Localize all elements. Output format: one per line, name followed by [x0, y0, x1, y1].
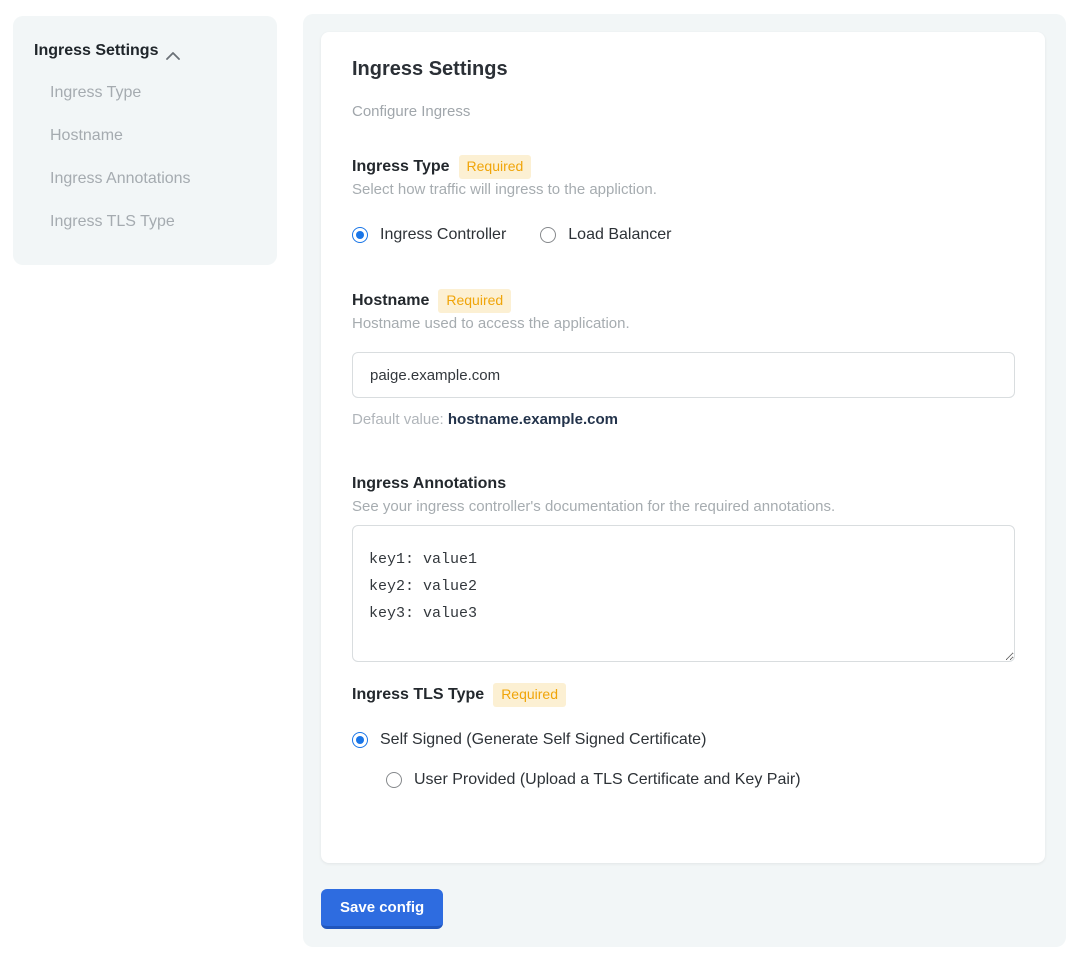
- radio-ingress-controller-label: Ingress Controller: [380, 226, 506, 244]
- radio-button-icon: [540, 227, 556, 243]
- ingress-settings-panel: Ingress Settings Configure Ingress Ingre…: [303, 14, 1066, 947]
- radio-user-provided-label: User Provided (Upload a TLS Certificate …: [414, 771, 801, 789]
- sidebar-item-ingress-tls-type[interactable]: Ingress TLS Type: [50, 213, 257, 231]
- sidebar-items: Ingress Type Hostname Ingress Annotation…: [50, 84, 257, 231]
- page-title: Ingress Settings: [352, 58, 1015, 81]
- radio-button-icon: [352, 732, 368, 748]
- hostname-default-line: Default value: hostname.example.com: [352, 411, 1015, 428]
- hostname-description: Hostname used to access the application.: [352, 315, 1015, 332]
- radio-self-signed-label: Self Signed (Generate Self Signed Certif…: [380, 731, 706, 749]
- required-badge: Required: [438, 289, 511, 313]
- ingress-annotations-textarea[interactable]: key1: value1 key2: value2 key3: value3: [352, 525, 1015, 662]
- hostname-default-value: hostname.example.com: [448, 411, 618, 428]
- required-badge: Required: [459, 155, 532, 179]
- radio-load-balancer-label: Load Balancer: [568, 226, 671, 244]
- settings-sidebar: Ingress Settings Ingress Type Hostname I…: [13, 16, 277, 265]
- required-badge: Required: [493, 683, 566, 707]
- hostname-default-prefix: Default value:: [352, 411, 448, 428]
- ingress-type-description: Select how traffic will ingress to the a…: [352, 181, 1015, 198]
- radio-self-signed[interactable]: Self Signed (Generate Self Signed Certif…: [352, 731, 1015, 749]
- radio-load-balancer[interactable]: Load Balancer: [540, 226, 671, 244]
- ingress-annotations-heading: Ingress Annotations: [352, 472, 1015, 496]
- chevron-up-icon: [166, 47, 180, 56]
- radio-user-provided[interactable]: User Provided (Upload a TLS Certificate …: [386, 771, 1015, 789]
- ingress-type-label: Ingress Type: [352, 155, 450, 179]
- ingress-annotations-description: See your ingress controller's documentat…: [352, 498, 1015, 515]
- sidebar-item-hostname[interactable]: Hostname: [50, 127, 257, 145]
- save-config-button[interactable]: Save config: [321, 889, 443, 929]
- hostname-label: Hostname: [352, 289, 429, 313]
- ingress-tls-type-label: Ingress TLS Type: [352, 683, 484, 707]
- sidebar-group-ingress-settings[interactable]: Ingress Settings: [34, 42, 257, 60]
- radio-button-icon: [352, 227, 368, 243]
- hostname-input[interactable]: [352, 352, 1015, 398]
- hostname-heading: Hostname Required: [352, 289, 1015, 313]
- ingress-annotations-label: Ingress Annotations: [352, 472, 506, 496]
- ingress-type-radio-group: Ingress Controller Load Balancer: [352, 226, 1015, 244]
- ingress-tls-type-heading: Ingress TLS Type Required: [352, 683, 1015, 707]
- ingress-settings-card: Ingress Settings Configure Ingress Ingre…: [321, 32, 1045, 863]
- ingress-type-heading: Ingress Type Required: [352, 155, 1015, 179]
- sidebar-item-ingress-type[interactable]: Ingress Type: [50, 84, 257, 102]
- radio-button-icon: [386, 772, 402, 788]
- radio-ingress-controller[interactable]: Ingress Controller: [352, 226, 506, 244]
- sidebar-item-ingress-annotations[interactable]: Ingress Annotations: [50, 170, 257, 188]
- page-subtitle: Configure Ingress: [352, 103, 1015, 120]
- sidebar-group-label: Ingress Settings: [34, 42, 158, 60]
